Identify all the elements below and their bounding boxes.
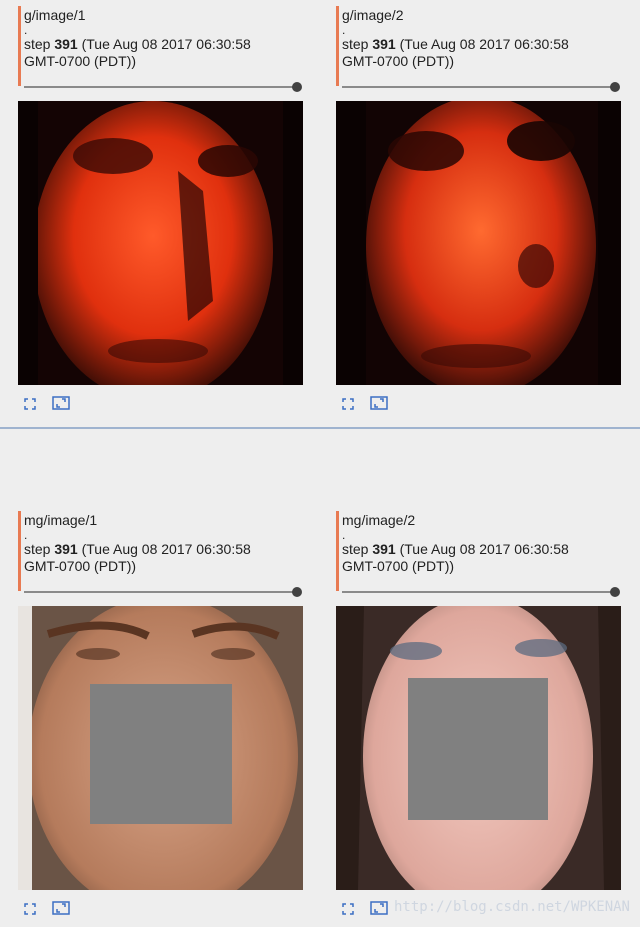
slider-knob[interactable] [292,82,302,92]
step-timezone: GMT-0700 (PDT)) [342,558,455,574]
step-slider[interactable] [24,82,302,92]
expand-icon[interactable] [342,902,354,920]
image-tag: mg/image/1 [24,512,98,528]
step-time: (Tue Aug 08 2017 06:30:58 [399,36,569,52]
actual-size-icon[interactable] [52,396,71,415]
step-timezone: GMT-0700 (PDT)) [342,53,455,69]
slider-track [24,86,296,88]
step-slider[interactable] [342,587,620,597]
masked-face-image [336,606,621,890]
image-actions [342,901,400,919]
step-time: (Tue Aug 08 2017 06:30:58 [399,541,569,557]
image-actions [342,396,400,414]
step-info: step 391 (Tue Aug 08 2017 06:30:58 GMT-0… [24,36,251,69]
actual-size-icon[interactable] [370,901,389,920]
slider-knob[interactable] [610,587,620,597]
step-info: step 391 (Tue Aug 08 2017 06:30:58 GMT-0… [342,36,569,69]
generated-face-image [18,101,303,385]
slider-knob[interactable] [292,587,302,597]
slider-track [24,591,296,593]
dot-separator: . [24,23,28,37]
step-time: (Tue Aug 08 2017 06:30:58 [81,36,251,52]
card-header: mg/image/1 . step 391 (Tue Aug 08 2017 0… [18,511,303,585]
image-card-g1: g/image/1 . step 391 (Tue Aug 08 2017 06… [18,6,303,410]
step-number: 391 [54,36,78,52]
dot-separator: . [24,528,28,542]
card-header: g/image/1 . step 391 (Tue Aug 08 2017 06… [18,6,303,80]
expand-icon[interactable] [24,902,36,920]
step-number: 391 [54,541,78,557]
slider-track [342,591,614,593]
image-tag: mg/image/2 [342,512,416,528]
step-time: (Tue Aug 08 2017 06:30:58 [81,541,251,557]
image-card-mg1: mg/image/1 . step 391 (Tue Aug 08 2017 0… [18,511,303,915]
slider-track [342,86,614,88]
slider-knob[interactable] [610,82,620,92]
actual-size-icon[interactable] [52,901,71,920]
mask-region [90,684,232,824]
step-slider[interactable] [24,587,302,597]
mask-region [408,678,548,820]
dot-separator: . [342,528,346,542]
expand-icon[interactable] [24,397,36,415]
step-slider[interactable] [342,82,620,92]
step-timezone: GMT-0700 (PDT)) [24,53,137,69]
watermark: http://blog.csdn.net/WPKENAN [393,899,630,915]
card-header: g/image/2 . step 391 (Tue Aug 08 2017 06… [336,6,621,80]
step-info: step 391 (Tue Aug 08 2017 06:30:58 GMT-0… [24,541,251,574]
step-number: 391 [372,541,396,557]
image-tag: g/image/1 [24,7,86,23]
actual-size-icon[interactable] [370,396,389,415]
section-divider [0,427,640,429]
card-header: mg/image/2 . step 391 (Tue Aug 08 2017 0… [336,511,621,585]
image-card-mg2: mg/image/2 . step 391 (Tue Aug 08 2017 0… [336,511,621,915]
generated-face-image [336,101,621,385]
masked-face-image [18,606,303,890]
image-actions [24,901,82,919]
image-actions [24,396,82,414]
image-card-g2: g/image/2 . step 391 (Tue Aug 08 2017 06… [336,6,621,410]
expand-icon[interactable] [342,397,354,415]
step-timezone: GMT-0700 (PDT)) [24,558,137,574]
step-info: step 391 (Tue Aug 08 2017 06:30:58 GMT-0… [342,541,569,574]
step-number: 391 [372,36,396,52]
dot-separator: . [342,23,346,37]
image-tag: g/image/2 [342,7,404,23]
